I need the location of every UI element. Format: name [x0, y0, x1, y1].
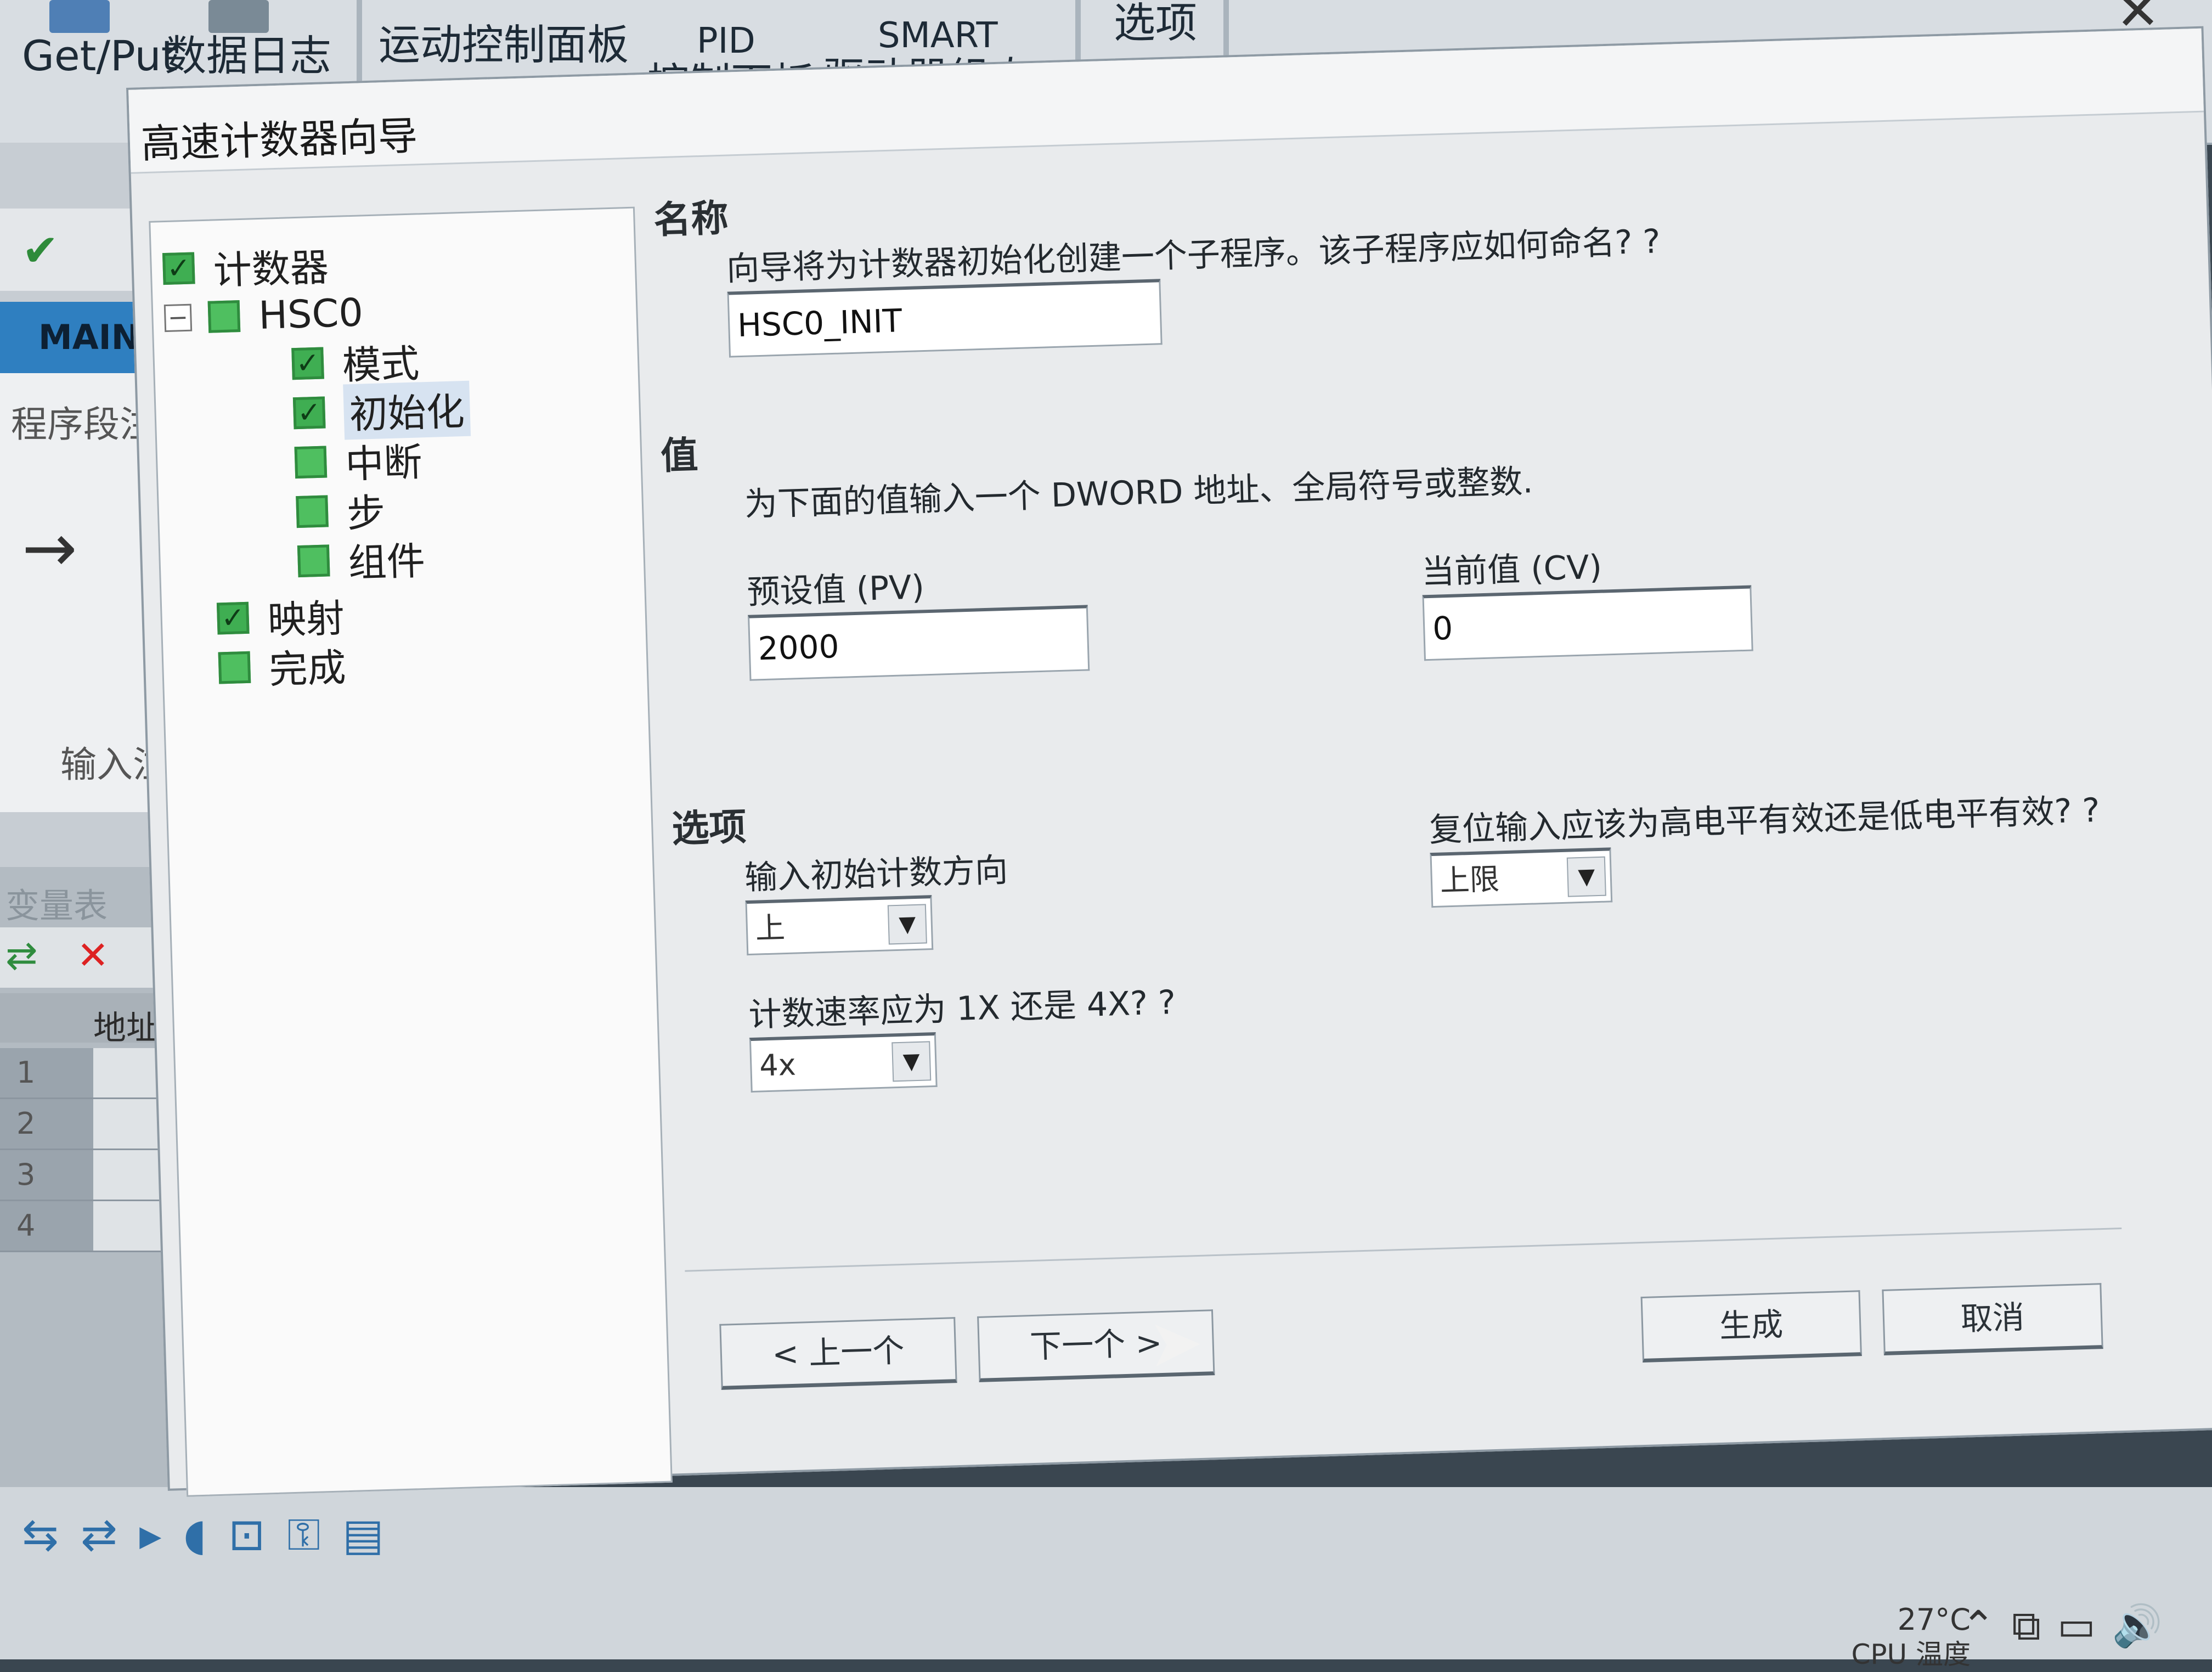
tree-item-counter[interactable]: ✓ 计数器	[162, 239, 329, 294]
tree-item-interrupt[interactable]: 中断	[294, 434, 423, 487]
current-value-label: 当前值 (CV)	[1421, 548, 1602, 592]
row-number: 3	[0, 1150, 93, 1200]
checkbox-icon: ✓	[291, 347, 324, 380]
rate-value: 4x	[759, 1047, 797, 1083]
generate-button[interactable]: 生成	[1640, 1290, 1862, 1363]
direction-value: 上	[755, 910, 786, 946]
direction-label: 输入初始计数方向	[744, 851, 1009, 898]
ladder-arrow-icon: →	[22, 510, 77, 587]
reset-label: 复位输入应该为高电平有效还是低电平有效? ?	[1429, 791, 2101, 850]
tree-item-label: 完成	[268, 645, 347, 693]
dropdown-arrow-icon[interactable]: ▼	[1566, 856, 1606, 897]
bottom-toolbar-icons[interactable]: ⇆⇄▸◖⊡⚿▤	[22, 1509, 406, 1561]
tree-item-mapping[interactable]: ✓ 映射	[216, 590, 345, 644]
status-bar: ⇆⇄▸◖⊡⚿▤ 27°C CPU 温度 ⌃⧉▭🔊	[0, 1487, 2212, 1670]
value-description: 为下面的值输入一个 DWORD 地址、全局符号或整数.	[744, 462, 1534, 524]
row-number: 4	[0, 1201, 93, 1251]
name-section-heading: 名称	[653, 196, 729, 243]
tree-item-hsc0[interactable]: − HSC0	[163, 288, 364, 343]
network-comment: 程序段注	[11, 403, 156, 446]
tree-item-finish[interactable]: 完成	[218, 640, 347, 693]
data-log-icon	[208, 0, 269, 33]
button-divider	[685, 1228, 2122, 1272]
reset-select[interactable]: 上限 ▼	[1430, 847, 1613, 908]
symbol-table-title: 变量表	[5, 886, 108, 926]
tree-item-label: 步	[346, 489, 386, 536]
value-section-heading: 值	[660, 434, 699, 478]
system-tray-icons[interactable]: ⌃⧉▭🔊	[1961, 1602, 2179, 1650]
checkbox-icon	[207, 300, 241, 333]
wizard-content: 名称 向导将为计数器初始化创建一个子程序。该子程序应如何命名? ? 值 为下面的…	[652, 111, 2212, 1418]
tree-item-mode[interactable]: ✓ 模式	[291, 335, 420, 389]
row-number: 1	[0, 1048, 93, 1097]
prev-button[interactable]: < 上一个	[719, 1317, 957, 1390]
collapse-icon[interactable]: −	[163, 303, 193, 333]
mouse-cursor-icon: ➤	[1147, 1304, 1205, 1382]
ribbon-smart-top[interactable]: SMART	[878, 16, 998, 55]
tree-item-label: HSC0	[258, 290, 364, 339]
checkbox-icon	[218, 651, 251, 684]
hsc-wizard-dialog: 高速计数器向导 ✕ ✓ 计数器 − HSC0 ✓ 模式 ✓ 初始化 中断 步 组…	[126, 0, 2212, 1497]
dropdown-arrow-icon[interactable]: ▼	[891, 1041, 932, 1082]
checkbox-icon	[297, 544, 330, 578]
tree-item-label: 组件	[347, 538, 426, 586]
wizard-nav-tree: ✓ 计数器 − HSC0 ✓ 模式 ✓ 初始化 中断 步 组件 ✓ 映射 完成	[149, 206, 673, 1497]
get-put-icon	[49, 0, 110, 33]
ribbon-motion-panel[interactable]: 运动控制面板	[379, 22, 629, 68]
tree-item-label: 模式	[341, 340, 420, 389]
compile-check-icon[interactable]: ✔	[22, 225, 66, 276]
cpu-temperature: 27°C	[1897, 1602, 1971, 1637]
tree-item-label: 中断	[345, 439, 423, 487]
cpu-temperature-label: CPU 温度	[1851, 1639, 1971, 1670]
name-question: 向导将为计数器初始化创建一个子程序。该子程序应如何命名? ?	[726, 222, 1661, 289]
checkbox-icon: ✓	[162, 252, 195, 285]
address-header-label: 地址	[93, 1009, 159, 1048]
tree-item-label: 映射	[267, 595, 346, 643]
options-section-heading: 选项	[671, 806, 747, 852]
checkbox-icon: ✓	[292, 396, 326, 430]
insert-row-icon[interactable]: ⇄	[5, 933, 38, 978]
rate-label: 计数速率应为 1X 还是 4X? ?	[748, 983, 1176, 1035]
preset-value-label: 预设值 (PV)	[746, 568, 925, 612]
ribbon-get-put[interactable]: Get/Put	[22, 33, 178, 79]
direction-select[interactable]: 上 ▼	[745, 895, 934, 956]
tree-item-step[interactable]: 步	[296, 485, 386, 537]
checkbox-icon	[294, 446, 328, 479]
dropdown-arrow-icon[interactable]: ▼	[887, 904, 927, 945]
ribbon-pid-top[interactable]: PID	[697, 22, 755, 61]
tree-item-label: 计数器	[212, 244, 330, 293]
row-number: 2	[0, 1099, 93, 1149]
cancel-button[interactable]: 取消	[1882, 1283, 2103, 1355]
current-value-input[interactable]	[1422, 585, 1753, 661]
reset-value: 上限	[1439, 862, 1500, 898]
subroutine-name-input[interactable]	[727, 279, 1163, 358]
checkbox-icon: ✓	[216, 601, 250, 635]
ribbon-options[interactable]: 选项	[1114, 0, 1197, 46]
delete-row-icon[interactable]: ✕	[77, 933, 109, 978]
tree-item-init[interactable]: ✓ 初始化	[292, 380, 471, 440]
ribbon-data-log[interactable]: 数据日志	[165, 33, 331, 79]
tree-item-label: 初始化	[343, 380, 471, 440]
rate-select[interactable]: 4x ▼	[749, 1032, 938, 1093]
dialog-title: 高速计数器向导	[140, 112, 419, 167]
preset-value-input[interactable]	[748, 605, 1090, 681]
close-button[interactable]: ✕	[2107, 0, 2169, 42]
tree-item-component[interactable]: 组件	[297, 533, 426, 586]
checkbox-icon	[296, 495, 329, 528]
